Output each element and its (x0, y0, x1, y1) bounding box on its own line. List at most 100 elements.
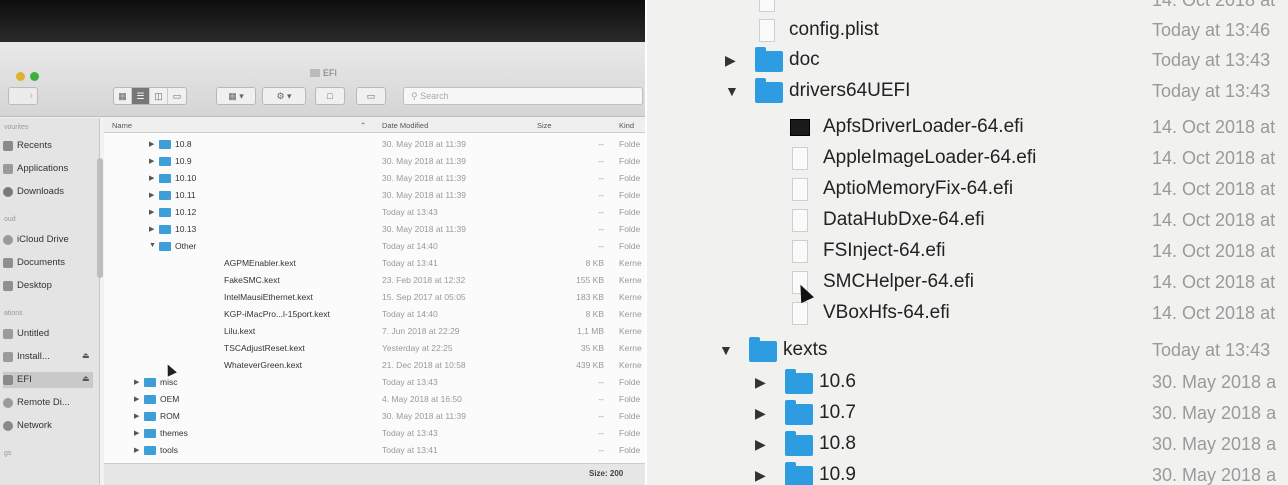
file-icon (792, 302, 808, 325)
list-item[interactable]: ApfsDriverLoader-64.efi 14. Oct 2018 at (647, 113, 1288, 144)
list-item[interactable]: SMCHelper-64.efi 14. Oct 2018 at (647, 268, 1288, 299)
disclosure-triangle-icon[interactable]: ▶ (149, 208, 154, 216)
disclosure-triangle-icon[interactable]: ▶ (755, 436, 766, 453)
sidebar-item-icloud-drive[interactable]: iCloud Drive (3, 232, 69, 248)
column-header-name[interactable]: Name (112, 121, 132, 130)
disk-icon (3, 375, 13, 385)
disclosure-triangle-icon[interactable]: ▶ (134, 446, 139, 454)
list-item[interactable]: ▶ 10.8 30. May 2018 a (647, 430, 1288, 461)
column-header-kind[interactable]: Kind (619, 121, 634, 130)
table-row[interactable]: IntelMausiEthernet.kext 15. Sep 2017 at 0… (104, 289, 645, 306)
table-row[interactable]: AGPMEnabler.kext Today at 13:41 8 KB Kerne (104, 255, 645, 272)
list-item[interactable]: FSInject-64.efi 14. Oct 2018 at (647, 237, 1288, 268)
table-row[interactable]: ▶ tools Today at 13:41 -- Folde (104, 442, 645, 459)
file-kind: Kerne (619, 343, 642, 353)
sidebar: vourites Recents Applications Downloads … (0, 118, 103, 485)
table-row[interactable]: ▶ themes Today at 13:43 -- Folde (104, 425, 645, 442)
table-row[interactable]: ▶ misc Today at 13:43 -- Folde (104, 374, 645, 391)
table-row[interactable]: FakeSMC.kext 23. Feb 2018 at 12:32 155 KB K… (104, 272, 645, 289)
disclosure-triangle-icon[interactable]: ▶ (134, 429, 139, 437)
sidebar-item-desktop[interactable]: Desktop (3, 278, 52, 294)
toolbar: › EFI ▦ ☰ ◫ ▭ ▦ ▾ ⚙ ▾ □ ▭ ⚲ Search (0, 42, 645, 117)
sidebar-item-network[interactable]: Network (3, 418, 52, 434)
table-row[interactable]: ▶ 10.11 30. May 2018 at 11:39 -- Folde (104, 187, 645, 204)
table-row[interactable]: KGP-iMacPro...l-15port.kext Today at 14:4… (104, 306, 645, 323)
list-item[interactable]: config.plist Today at 13:46 (647, 16, 1288, 47)
table-row[interactable]: ▶ 10.10 30. May 2018 at 11:39 -- Folde (104, 170, 645, 187)
file-name: config.plist (789, 19, 879, 40)
disclosure-triangle-icon[interactable]: ▶ (149, 174, 154, 182)
gallery-view-button[interactable]: ▭ (168, 88, 186, 104)
sidebar-item-applications[interactable]: Applications (3, 161, 68, 177)
table-row[interactable]: TSCAdjustReset.kext Yesterday at 22:25 35 … (104, 340, 645, 357)
disclosure-triangle-icon[interactable]: ▶ (725, 52, 736, 69)
eject-icon[interactable]: ⏏ (82, 351, 90, 360)
disclosure-triangle-icon[interactable]: ▼ (725, 83, 739, 99)
list-item[interactable]: ▶ doc Today at 13:43 (647, 46, 1288, 77)
table-row[interactable]: ▼ Other Today at 14:40 -- Folde (104, 238, 645, 255)
photo-dark-edge (0, 0, 645, 42)
table-row[interactable]: ▶ OEM 4. May 2018 at 16:50 -- Folde (104, 391, 645, 408)
disclosure-triangle-icon[interactable]: ▶ (134, 395, 139, 403)
table-row[interactable]: ▶ 10.9 30. May 2018 at 11:39 -- Folde (104, 153, 645, 170)
file-size: -- (598, 394, 604, 404)
list-item[interactable]: ▶ 10.6 30. May 2018 a (647, 368, 1288, 399)
column-view-button[interactable]: ◫ (150, 88, 168, 104)
list-item[interactable]: AppleImageLoader-64.efi 14. Oct 2018 at (647, 144, 1288, 175)
sidebar-item-install[interactable]: Install... (3, 349, 50, 365)
list-item[interactable]: ▶ 10.7 30. May 2018 a (647, 399, 1288, 430)
table-row[interactable]: Lilu.kext 7. Jun 2018 at 22:29 1,1 MB Kerne (104, 323, 645, 340)
sidebar-item-documents[interactable]: Documents (3, 255, 65, 271)
disclosure-triangle-icon[interactable]: ▶ (149, 140, 154, 148)
table-row[interactable]: ▶ 10.13 30. May 2018 at 11:39 -- Folde (104, 221, 645, 238)
view-mode-control[interactable]: ▦ ☰ ◫ ▭ (113, 87, 187, 105)
disclosure-triangle-icon[interactable]: ▶ (149, 225, 154, 233)
file-date: 30. May 2018 at 11:39 (382, 173, 466, 183)
disclosure-triangle-icon[interactable]: ▶ (149, 191, 154, 199)
column-header-date[interactable]: Date Modified (382, 121, 428, 130)
list-item[interactable]: ▶ 10.9 30. May 2018 a (647, 461, 1288, 485)
list-item[interactable]: AptioMemoryFix-64.efi 14. Oct 2018 at (647, 175, 1288, 206)
table-row[interactable]: ▶ 10.12 Today at 13:43 -- Folde (104, 204, 645, 221)
disclosure-triangle-icon[interactable]: ▶ (134, 412, 139, 420)
sidebar-item-remote-disc[interactable]: Remote Di... (3, 395, 70, 411)
back-forward-button[interactable]: › (8, 87, 38, 105)
file-date: 14. Oct 2018 at (1152, 272, 1276, 292)
disclosure-triangle-icon[interactable]: ▶ (755, 467, 766, 484)
list-item[interactable]: 14. Oct 2018 at (647, 0, 1288, 17)
group-by-button[interactable]: ▦ ▾ (216, 87, 256, 105)
minimize-button[interactable] (16, 72, 25, 81)
file-kind: Kerne (619, 360, 642, 370)
disclosure-triangle-icon[interactable]: ▶ (134, 378, 139, 386)
file-name: ApfsDriverLoader-64.efi (823, 116, 1024, 137)
sidebar-item-recents[interactable]: Recents (3, 138, 52, 154)
sidebar-item-downloads[interactable]: Downloads (3, 184, 64, 200)
list-view-button[interactable]: ☰ (132, 88, 150, 104)
sidebar-item-untitled[interactable]: Untitled (3, 326, 49, 342)
list-item[interactable]: VBoxHfs-64.efi 14. Oct 2018 at (647, 299, 1288, 330)
disclosure-triangle-icon[interactable]: ▼ (149, 242, 156, 249)
zoom-button[interactable] (30, 72, 39, 81)
disclosure-triangle-icon[interactable]: ▶ (755, 405, 766, 422)
disclosure-triangle-icon[interactable]: ▶ (149, 157, 154, 165)
sidebar-scrollbar[interactable] (97, 158, 103, 278)
table-row[interactable]: WhateverGreen.kext 21. Dec 2018 at 10:58 4… (104, 357, 645, 374)
file-name: drivers64UEFI (789, 80, 911, 101)
tag-button[interactable]: ▭ (356, 87, 386, 105)
table-row[interactable]: ▶ ROM 30. May 2018 at 11:39 -- Folde (104, 408, 645, 425)
eject-icon[interactable]: ⏏ (82, 374, 90, 383)
folder-icon (785, 431, 813, 456)
list-item[interactable]: DataHubDxe-64.efi 14. Oct 2018 at (647, 206, 1288, 237)
table-row[interactable]: ▶ 10.8 30. May 2018 at 11:39 -- Folde (104, 136, 645, 153)
list-item[interactable]: ▼ drivers64UEFI Today at 13:43 (647, 77, 1288, 108)
icon-view-button[interactable]: ▦ (114, 88, 132, 104)
disclosure-triangle-icon[interactable]: ▶ (755, 374, 766, 391)
column-header-size[interactable]: Size (537, 121, 552, 130)
disclosure-triangle-icon[interactable]: ▼ (719, 342, 733, 358)
share-button[interactable]: □ (315, 87, 345, 105)
sidebar-item-efi[interactable]: EFI (3, 372, 93, 388)
file-date: 30. May 2018 at 11:39 (382, 224, 466, 234)
search-input[interactable]: ⚲ Search (403, 87, 643, 105)
list-item[interactable]: ▼ kexts Today at 13:43 (647, 336, 1288, 367)
action-gear-button[interactable]: ⚙ ▾ (262, 87, 306, 105)
